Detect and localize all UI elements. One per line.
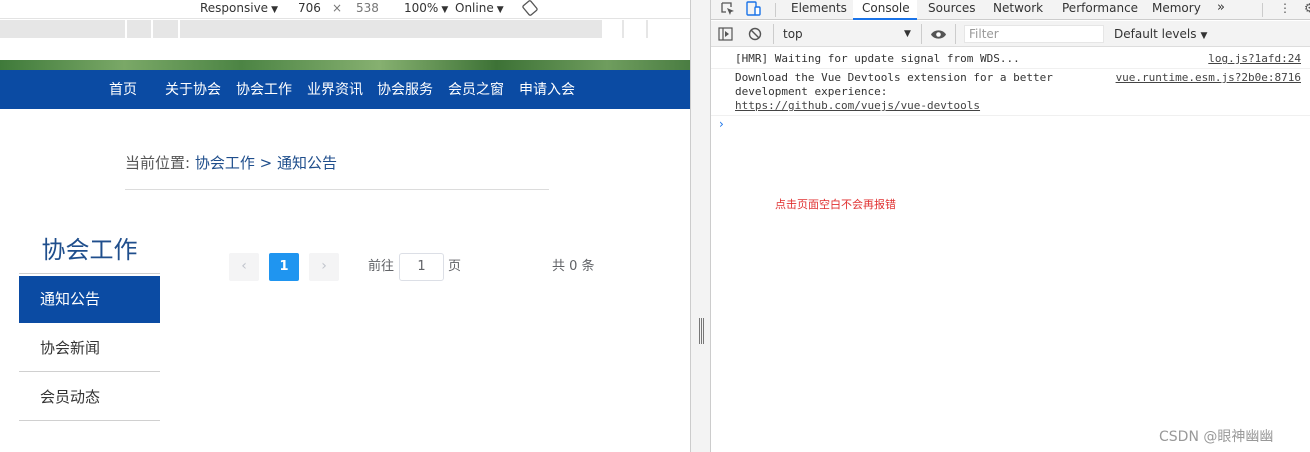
pagination-next-button[interactable]: › <box>309 253 339 281</box>
tab-network[interactable]: Network <box>993 0 1043 20</box>
nav-item-join[interactable]: 申请入会 <box>519 70 575 109</box>
device-toggle-icon[interactable] <box>745 1 761 17</box>
sidebar-title-divider <box>19 273 160 274</box>
tab-performance[interactable]: Performance <box>1062 0 1138 20</box>
sidebar-item-notices[interactable]: 通知公告 <box>19 276 160 323</box>
ruler-divider <box>622 20 624 38</box>
website-page: 首页 关于协会 协会工作 业界资讯 协会服务 会员之窗 申请入会 当前位置: 协… <box>0 60 690 452</box>
times-icon: × <box>332 1 343 15</box>
nav-item-services[interactable]: 协会服务 <box>377 70 433 109</box>
eye-icon[interactable] <box>930 29 947 40</box>
console-prompt-icon[interactable]: › <box>719 117 724 131</box>
zoom-label: 100% <box>404 1 439 15</box>
nav-item-news[interactable]: 业界资讯 <box>307 70 363 109</box>
settings-icon[interactable]: ⚙ <box>1304 0 1310 20</box>
console-message-source-link[interactable]: vue.runtime.esm.js?2b0e:8716 <box>1116 71 1301 85</box>
sidebar-title: 协会工作 <box>41 236 138 264</box>
toolbar-divider <box>921 24 922 44</box>
breadcrumb-separator: > <box>259 154 273 172</box>
drag-handle-icon[interactable] <box>699 318 704 344</box>
breadcrumb-current[interactable]: 通知公告 <box>277 154 337 172</box>
tabbar-divider <box>775 3 776 17</box>
breadcrumb: 当前位置: 协会工作 > 通知公告 <box>125 152 337 173</box>
zoom-select[interactable]: 100% ▼ <box>404 0 448 19</box>
sidebar-item-member-updates[interactable]: 会员动态 <box>19 374 160 421</box>
pagination-goto-input[interactable]: 1 <box>399 253 444 281</box>
clear-console-icon[interactable] <box>748 27 762 41</box>
context-select-label[interactable]: top <box>783 21 803 47</box>
tab-elements[interactable]: Elements <box>791 0 847 20</box>
toolbar-divider <box>773 24 774 44</box>
ruler-divider <box>125 20 127 38</box>
header-banner-image <box>0 60 690 70</box>
tab-console[interactable]: Console <box>853 0 917 20</box>
filter-input[interactable]: Filter <box>964 25 1104 43</box>
devtools-panel: Elements Console Sources Network Perform… <box>711 0 1310 452</box>
pagination-goto-prefix: 前往 <box>368 259 395 274</box>
screenshot-root: Responsive▼ 706 × 538 100%▼ Online▼ ⋮ <box>0 0 1310 452</box>
devtools-tabbar: Elements Console Sources Network Perform… <box>711 0 1310 20</box>
device-select-label: Responsive <box>200 1 269 15</box>
console-message-text: Download the Vue Devtools extension for … <box>735 71 1053 84</box>
pagination-prev-button[interactable]: ‹ <box>229 253 259 281</box>
devtools-menu-icon[interactable]: ⋮ <box>1279 0 1291 20</box>
rotate-icon[interactable] <box>522 0 538 16</box>
ruler-divider <box>646 20 648 38</box>
nav-item-members[interactable]: 会员之窗 <box>448 70 504 109</box>
device-viewport-area: Responsive▼ 706 × 538 100%▼ Online▼ ⋮ <box>0 0 698 452</box>
nav-item-about[interactable]: 关于协会 <box>165 70 221 109</box>
throttle-label: Online <box>455 1 494 15</box>
console-message-link[interactable]: https://github.com/vuejs/vue-devtools <box>735 99 980 113</box>
levels-select[interactable]: Default levels ▼ <box>1114 21 1207 47</box>
breadcrumb-divider <box>125 189 549 190</box>
ruler-tail <box>600 20 690 38</box>
watermark: CSDN @眼神幽幽 <box>1159 429 1274 445</box>
more-tabs-icon[interactable]: » <box>1217 0 1225 20</box>
tab-memory[interactable]: Memory <box>1152 0 1201 20</box>
caret-down-icon: ▼ <box>1200 31 1208 41</box>
pagination-total: 共 0 条 <box>552 259 595 274</box>
sidebar-item-news[interactable]: 协会新闻 <box>19 325 160 372</box>
pagination-goto-suffix: 页 <box>448 259 462 274</box>
main-nav: 首页 关于协会 协会工作 业界资讯 协会服务 会员之窗 申请入会 <box>0 70 690 109</box>
console-message: Download the Vue Devtools extension for … <box>711 70 1310 116</box>
device-select[interactable]: Responsive ▼ <box>200 0 278 19</box>
throttle-select[interactable]: Online ▼ <box>455 0 504 19</box>
console-message-text: development experience: <box>735 85 888 98</box>
ruler-divider <box>178 20 180 38</box>
nav-item-home[interactable]: 首页 <box>109 70 137 109</box>
console-message-source-link[interactable]: log.js?1afd:24 <box>1208 52 1301 66</box>
device-toolbar: Responsive▼ 706 × 538 100%▼ Online▼ ⋮ <box>0 0 698 19</box>
breadcrumb-prefix: 当前位置: <box>125 154 191 172</box>
viewport-gap <box>0 38 690 60</box>
caret-down-icon: ▼ <box>496 5 504 15</box>
caret-down-icon: ▼ <box>441 5 449 15</box>
width-input[interactable]: 706 <box>298 0 321 19</box>
caret-down-icon[interactable]: ▼ <box>904 21 911 47</box>
devtools-splitter[interactable] <box>690 0 711 452</box>
console-message-text: [HMR] Waiting for update signal from WDS… <box>735 52 1020 65</box>
caret-down-icon: ▼ <box>271 5 278 15</box>
ruler-divider <box>151 20 153 38</box>
inspect-element-icon[interactable] <box>720 1 736 17</box>
sidebar-toggle-icon[interactable] <box>718 27 733 41</box>
annotation-text: 点击页面空白不会再报错 <box>775 198 896 211</box>
height-input[interactable]: 538 <box>356 0 379 19</box>
nav-item-work[interactable]: 协会工作 <box>236 70 292 109</box>
toolbar-divider <box>955 24 956 44</box>
media-query-bar <box>0 20 690 38</box>
ruler-divider <box>600 20 602 38</box>
tab-sources[interactable]: Sources <box>928 0 975 20</box>
breadcrumb-section-link[interactable]: 协会工作 <box>195 154 255 172</box>
tabbar-divider <box>1262 3 1263 17</box>
pagination-page-current[interactable]: 1 <box>269 253 299 281</box>
levels-label: Default levels <box>1114 27 1197 41</box>
console-message: [HMR] Waiting for update signal from WDS… <box>711 49 1310 69</box>
